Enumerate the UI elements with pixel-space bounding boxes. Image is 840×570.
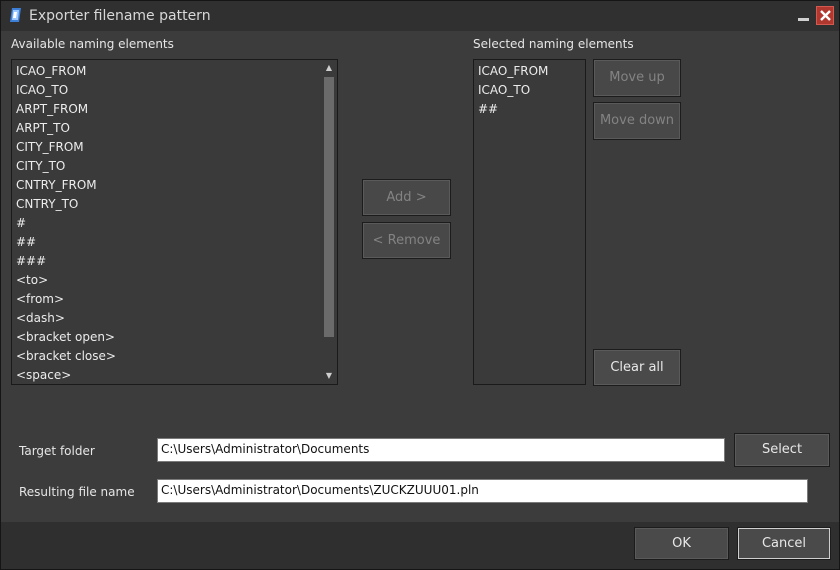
list-item[interactable]: <to> [16, 271, 48, 290]
available-elements-list[interactable]: ICAO_FROM ICAO_TO ARPT_FROM ARPT_TO CITY… [11, 59, 338, 385]
list-item[interactable]: ### [16, 252, 46, 271]
clear-all-label: Clear all [610, 360, 664, 375]
list-item[interactable]: CNTRY_FROM [16, 176, 97, 195]
list-item[interactable]: ## [16, 233, 36, 252]
minimize-icon[interactable] [795, 7, 813, 25]
target-folder-field[interactable]: C:\Users\Administrator\Documents [157, 438, 725, 462]
ok-button[interactable]: OK [634, 527, 729, 560]
scroll-up-icon[interactable]: ▲ [322, 61, 336, 75]
window-title: Exporter filename pattern [29, 8, 211, 24]
app-icon [10, 8, 21, 22]
list-item[interactable]: ARPT_FROM [16, 100, 88, 119]
selected-elements-list[interactable]: ICAO_FROM ICAO_TO ## [473, 59, 586, 385]
move-up-label: Move up [609, 70, 665, 85]
list-item[interactable]: # [16, 214, 26, 233]
cancel-button-label: Cancel [761, 536, 807, 551]
list-item[interactable]: <space> [16, 366, 71, 385]
list-item[interactable]: CNTRY_TO [16, 195, 78, 214]
resulting-file-label: Resulting file name [19, 485, 135, 499]
list-scrollbar[interactable]: ▲ ▼ [322, 61, 336, 383]
selected-elements-label: Selected naming elements [473, 37, 634, 51]
close-icon[interactable] [816, 6, 834, 25]
list-item[interactable]: <from> [16, 290, 64, 309]
ok-button-label: OK [672, 536, 691, 551]
target-folder-label: Target folder [19, 444, 95, 458]
list-item[interactable]: ICAO_FROM [478, 62, 548, 81]
list-item[interactable]: ICAO_FROM [16, 62, 86, 81]
move-down-label: Move down [599, 113, 675, 128]
remove-button-label: < Remove [372, 233, 441, 248]
move-down-button[interactable]: Move down [593, 102, 681, 140]
list-item[interactable]: CITY_TO [16, 157, 65, 176]
select-button[interactable]: Select [734, 433, 830, 467]
select-button-label: Select [761, 442, 803, 457]
clear-all-button[interactable]: Clear all [593, 349, 681, 386]
add-button[interactable]: Add > [362, 179, 451, 216]
list-item[interactable]: <bracket open> [16, 328, 115, 347]
remove-button[interactable]: < Remove [362, 222, 451, 259]
move-up-button[interactable]: Move up [593, 59, 681, 97]
list-item[interactable]: CITY_FROM [16, 138, 84, 157]
list-item[interactable]: <dash> [16, 309, 65, 328]
add-button-label: Add > [386, 190, 427, 205]
dialog-window: Exporter filename pattern Available nami… [0, 0, 840, 570]
scroll-down-icon[interactable]: ▼ [322, 369, 336, 383]
cancel-button[interactable]: Cancel [737, 527, 831, 560]
title-bar[interactable]: Exporter filename pattern [1, 1, 839, 31]
list-item[interactable]: ICAO_TO [16, 81, 68, 100]
list-item[interactable]: ## [478, 100, 498, 119]
available-elements-label: Available naming elements [11, 37, 174, 51]
scroll-thumb[interactable] [324, 77, 334, 337]
list-item[interactable]: ARPT_TO [16, 119, 70, 138]
resulting-file-field[interactable]: C:\Users\Administrator\Documents\ZUCKZUU… [157, 479, 808, 503]
list-item[interactable]: <bracket close> [16, 347, 116, 366]
list-item[interactable]: ICAO_TO [478, 81, 530, 100]
